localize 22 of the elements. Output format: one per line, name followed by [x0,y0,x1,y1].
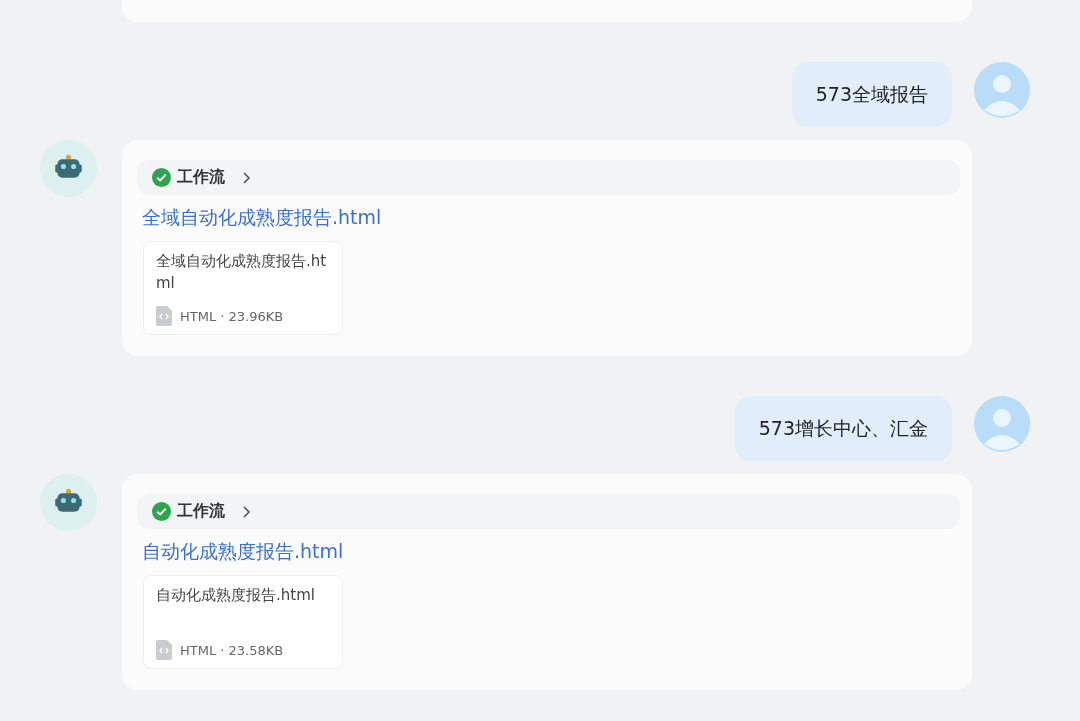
user-avatar-icon [974,62,1030,118]
user-message: 573全域报告 [791,62,952,127]
chevron-icon [241,504,251,519]
file-meta: HTML · 23.58KB [180,642,284,658]
file-name: 全域自动化成熟度报告.html [156,251,328,294]
robot-avatar-icon [40,140,97,197]
file-name: 自动化成熟度报告.html [156,585,316,606]
chevron-icon [241,170,251,185]
file-meta: HTML · 23.96KB [180,308,284,324]
file-link[interactable]: 全域自动化成熟度报告.html [142,205,382,231]
file-link[interactable]: 自动化成熟度报告.html [142,539,344,565]
robot-avatar-icon [40,474,97,531]
file-attachment[interactable]: 自动化成熟度报告.html HTML · 23.58KB [143,575,343,669]
workflow-label: 工作流 [177,501,225,522]
workflow-bar[interactable]: 工作流 [137,494,960,529]
workflow-bar[interactable]: 工作流 [137,160,960,195]
file-attachment[interactable]: 全域自动化成熟度报告.html HTML · 23.96KB [143,241,343,335]
code-file-icon [156,306,172,326]
workflow-label: 工作流 [177,167,225,188]
user-avatar-icon [974,396,1030,452]
code-file-icon [156,640,172,660]
user-message: 573增长中心、汇金 [734,396,952,461]
